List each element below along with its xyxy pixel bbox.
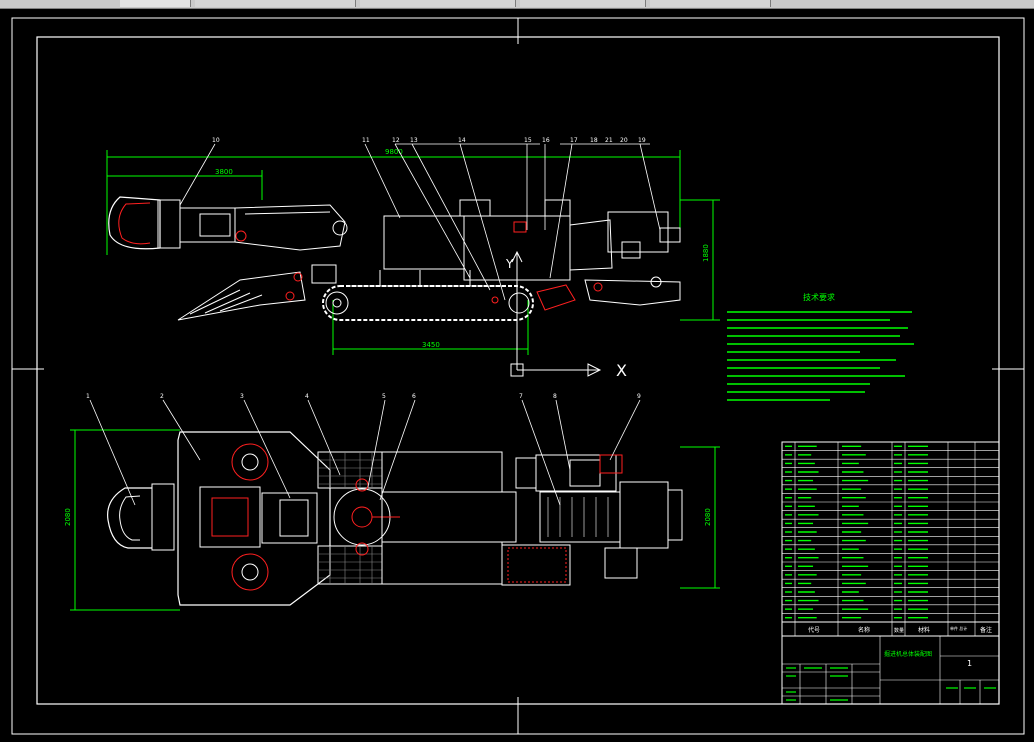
balloon-label: 12 bbox=[392, 137, 400, 144]
tech-requirements-title: 技术要求 bbox=[803, 292, 835, 302]
balloon-label: 7 bbox=[519, 393, 523, 400]
sheet-number: 1 bbox=[967, 659, 972, 668]
dim-boom-length: 3800 bbox=[215, 168, 233, 176]
ucs-axis-icon bbox=[510, 250, 602, 377]
header-note: 备注 bbox=[980, 626, 992, 634]
dim-overall-length: 9800 bbox=[385, 148, 403, 156]
dim-height: 1880 bbox=[702, 244, 710, 262]
balloon-label: 10 bbox=[212, 137, 220, 144]
header-code: 代号 bbox=[808, 626, 820, 634]
balloon-label: 20 bbox=[620, 137, 628, 144]
toolbar-tab[interactable] bbox=[195, 0, 356, 7]
drawing-svg: 9800 3800 3450 1880 10 11 12 13 14 15 16… bbox=[11, 17, 1025, 735]
balloon-label: 9 bbox=[637, 393, 641, 400]
axis-y-label: Y bbox=[505, 257, 514, 271]
balloon-label: 6 bbox=[412, 393, 416, 400]
balloon-label: 14 bbox=[458, 137, 466, 144]
balloon-label: 13 bbox=[410, 137, 418, 144]
balloon-label: 19 bbox=[638, 137, 646, 144]
toolbar-tab[interactable] bbox=[520, 0, 646, 7]
tech-requirements-lines bbox=[727, 311, 914, 401]
axis-x-label: X bbox=[616, 361, 627, 380]
header-weight: 单件 总计 bbox=[950, 625, 967, 631]
plan-balloons: 1 2 3 4 5 6 7 8 9 bbox=[86, 393, 641, 400]
window-toolbar-strip bbox=[0, 0, 1034, 9]
balloon-label: 8 bbox=[553, 393, 557, 400]
title-block: 掘进机总体装配图 1 bbox=[781, 635, 1000, 705]
header-material: 材料 bbox=[918, 626, 930, 634]
balloon-label: 16 bbox=[542, 137, 550, 144]
dim-plan-width-left: 2080 bbox=[64, 508, 72, 526]
plan-view: 2080 2080 bbox=[64, 399, 720, 611]
header-name: 名称 bbox=[858, 626, 870, 634]
balloon-label: 15 bbox=[524, 137, 532, 144]
balloon-label: 11 bbox=[362, 137, 370, 144]
balloon-label: 2 bbox=[160, 393, 164, 400]
parts-header: 代号 名称 数量 材料 单件 总计 备注 bbox=[781, 621, 1000, 637]
side-balloons: 10 11 12 13 14 15 16 17 18 21 20 19 bbox=[212, 137, 646, 144]
balloon-label: 1 bbox=[86, 393, 90, 400]
parts-list bbox=[781, 441, 1000, 623]
balloon-label: 17 bbox=[570, 137, 578, 144]
balloon-label: 5 bbox=[382, 393, 386, 400]
dim-track-length: 3450 bbox=[422, 341, 440, 349]
balloon-label: 4 bbox=[305, 393, 309, 400]
toolbar-tab[interactable] bbox=[120, 0, 191, 7]
toolbar-tab[interactable] bbox=[360, 0, 516, 7]
cad-drawing-canvas[interactable]: 9800 3800 3450 1880 10 11 12 13 14 15 16… bbox=[0, 9, 1034, 738]
header-qty: 数量 bbox=[894, 627, 904, 634]
balloon-label: 21 bbox=[605, 137, 613, 144]
dim-plan-width-right: 2080 bbox=[704, 508, 712, 526]
toolbar-tab[interactable] bbox=[650, 0, 771, 7]
balloon-label: 3 bbox=[240, 393, 244, 400]
balloon-label: 18 bbox=[590, 137, 598, 144]
drawing-title: 掘进机总体装配图 bbox=[884, 650, 932, 658]
side-view: 9800 3800 3450 1880 bbox=[106, 143, 720, 355]
